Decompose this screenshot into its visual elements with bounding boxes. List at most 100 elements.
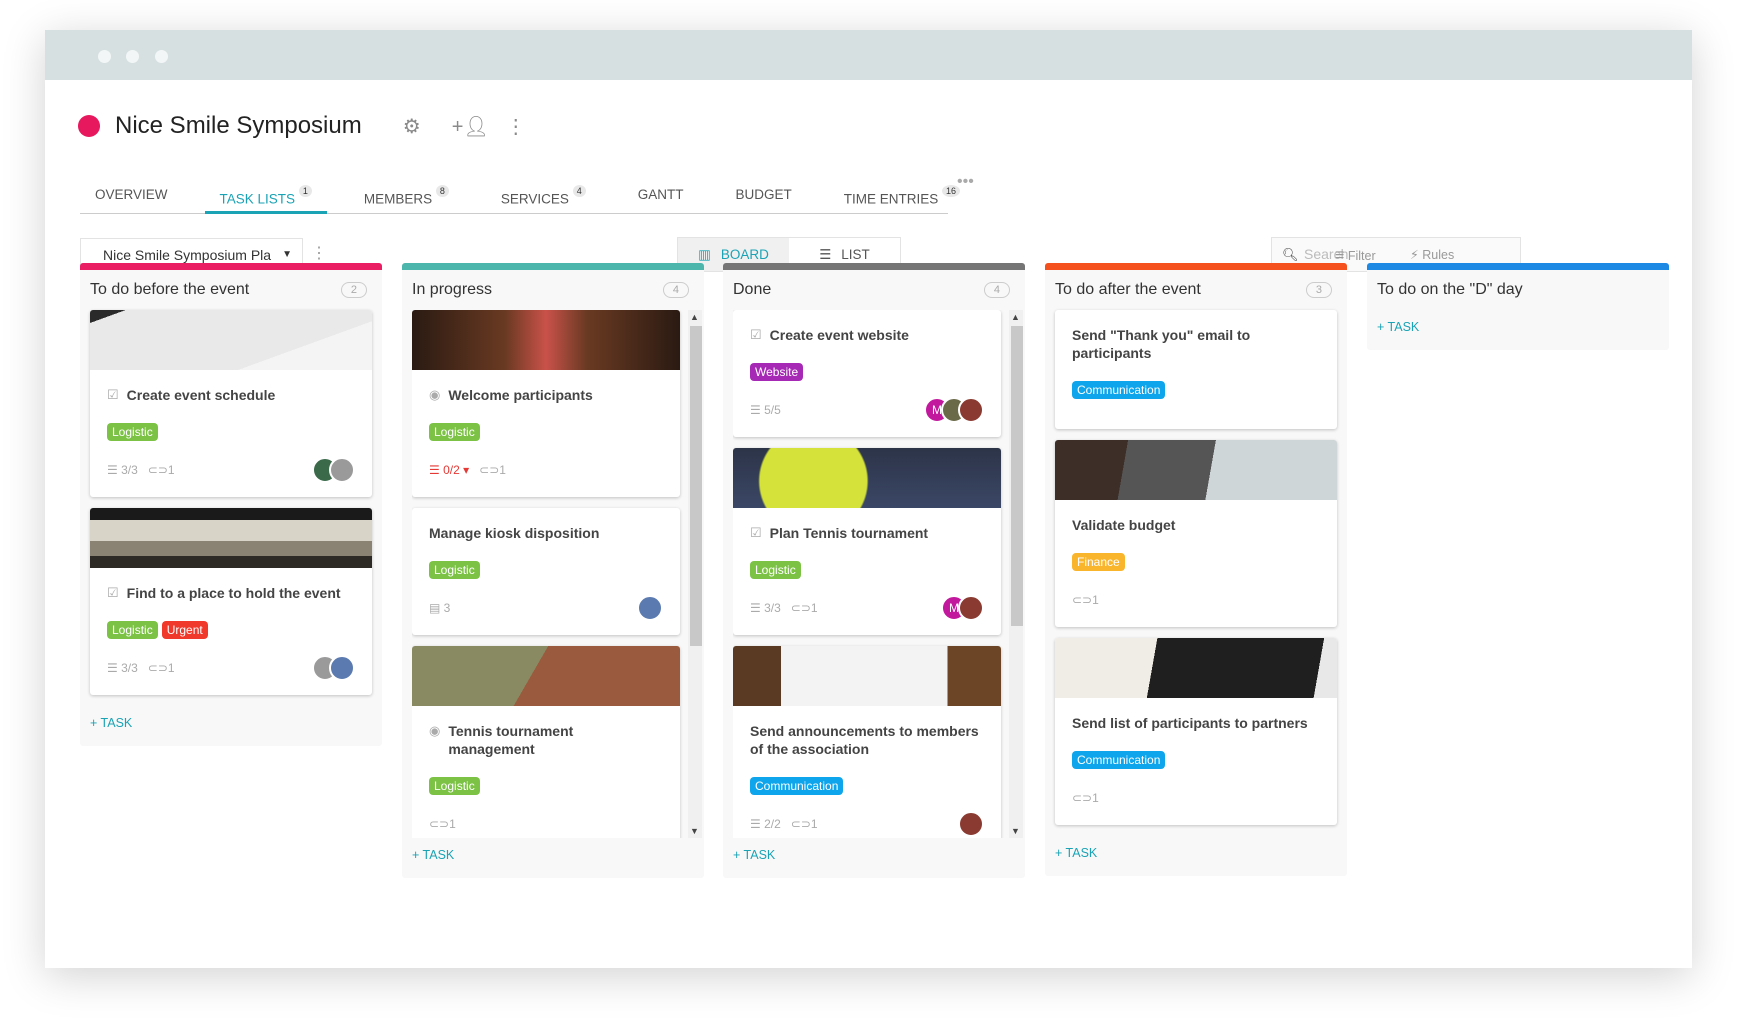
attachment-value: 1 [499, 463, 506, 477]
more-vertical-icon[interactable]: ⋮ [504, 114, 528, 139]
checklist-icon: ☰ [750, 601, 765, 615]
task-card[interactable]: Send "Thank you" email to participants Co… [1055, 310, 1337, 429]
tag-logistic[interactable]: Logistic [429, 561, 480, 579]
task-card[interactable]: ☑ Create event website Website ☰ 5/5 M [733, 310, 1001, 437]
add-task-button[interactable]: + TASK [1045, 836, 1347, 876]
tab-budget[interactable]: BUDGET [720, 170, 806, 214]
tab-gantt[interactable]: GANTT [623, 170, 699, 214]
checklist-count[interactable]: ☰ 3/3 [750, 601, 781, 615]
tag-logistic[interactable]: Logistic [429, 777, 480, 795]
scroll-down-arrow[interactable]: ▼ [690, 826, 699, 836]
window-close-button[interactable] [98, 50, 111, 63]
more-tabs-icon[interactable]: ••• [957, 173, 974, 191]
card-title: ☑ Find to a place to hold the event [107, 584, 355, 602]
tag-list: Communication [1072, 751, 1320, 769]
add-member-icon[interactable]: +👤︎ [452, 114, 489, 139]
window-maximize-button[interactable] [155, 50, 168, 63]
checklist-count[interactable]: ☰ 3/3 [107, 463, 138, 477]
task-card[interactable]: Send list of participants to partners Com… [1055, 638, 1337, 825]
avatar[interactable] [958, 811, 984, 837]
add-task-button[interactable]: + TASK [402, 838, 704, 878]
task-card[interactable]: ◉ Tennis tournament management Logistic ⊂⊃1 [412, 646, 680, 838]
tag-logistic[interactable]: Logistic [750, 561, 801, 579]
task-card[interactable]: ☑ Find to a place to hold the event Logist… [90, 508, 372, 695]
task-card[interactable]: ☑ Plan Tennis tournament Logistic ☰ 3/3 ⊂⊃1 M [733, 448, 1001, 635]
task-card[interactable]: ☑ Create event schedule Logistic ☰ 3/3 ⊂⊃1 [90, 310, 372, 497]
tab-services[interactable]: SERVICES 4 [486, 170, 601, 214]
scrollbar-thumb[interactable] [1011, 326, 1023, 626]
avatar[interactable] [958, 595, 984, 621]
tag-list: Finance [1072, 553, 1320, 571]
attachment-count: ⊂⊃1 [1072, 791, 1099, 805]
window-titlebar [45, 30, 1692, 80]
scrollbar[interactable]: ▲ ▼ [1009, 310, 1023, 838]
tag-urgent[interactable]: Urgent [161, 621, 208, 639]
scrollbar[interactable]: ▲ ▼ [688, 310, 702, 838]
tag-logistic[interactable]: Logistic [107, 423, 158, 441]
card-list: ◉ Welcome participants Logistic ☰ 0/2 ▾ ⊂⊃1 M… [402, 310, 704, 838]
checklist-count[interactable]: ☰ 5/5 [750, 403, 781, 417]
card-title: Send "Thank you" email to participants [1072, 326, 1320, 362]
card-title: ◉ Welcome participants [429, 386, 663, 404]
tab-time-entries[interactable]: TIME ENTRIES 16 [829, 170, 975, 214]
card-footer: ☰ 0/2 ▾ ⊂⊃1 [429, 457, 663, 483]
column-count-badge: 4 [983, 282, 1010, 298]
card-cover-image [90, 310, 372, 370]
tag-communication[interactable]: Communication [1072, 381, 1166, 399]
add-task-button[interactable]: + TASK [723, 838, 1025, 878]
scroll-down-arrow[interactable]: ▼ [1011, 826, 1020, 836]
tag-communication[interactable]: Communication [750, 777, 844, 795]
task-list-menu-icon[interactable]: ⋮ [311, 243, 327, 263]
column-color-bar [80, 263, 382, 270]
checklist-icon: ☰ [107, 661, 122, 675]
card-footer: ⊂⊃1 [1072, 785, 1320, 811]
card-title-text: Send announcements to members of the ass… [750, 723, 979, 757]
card-body: ◉ Welcome participants Logistic ☰ 0/2 ▾ ⊂⊃1 [412, 370, 680, 497]
card-body: Send list of participants to partners Com… [1055, 698, 1337, 825]
rules-button[interactable]: ⚡︎ Rules [1410, 247, 1454, 262]
add-task-button[interactable]: + TASK [80, 706, 382, 746]
tab-label: OVERVIEW [95, 187, 168, 202]
card-title: ☑ Create event website [750, 326, 984, 344]
gear-icon[interactable]: ⚙ [400, 114, 424, 139]
attachment-value: 1 [167, 661, 175, 675]
scrollbar-thumb[interactable] [690, 326, 702, 646]
assignee-avatars [637, 595, 663, 621]
checkbox-icon: ☑ [750, 327, 762, 342]
checklist-value: 5/5 [764, 403, 781, 417]
tag-logistic[interactable]: Logistic [429, 423, 480, 441]
card-meta: ⊂⊃1 [1072, 593, 1099, 607]
task-card[interactable]: ◉ Welcome participants Logistic ☰ 0/2 ▾ ⊂⊃1 [412, 310, 680, 497]
avatar[interactable] [329, 655, 355, 681]
tag-logistic[interactable]: Logistic [107, 621, 158, 639]
column-count-badge: 3 [1305, 282, 1332, 298]
tab-members[interactable]: MEMBERS 8 [349, 170, 464, 214]
avatar[interactable] [637, 595, 663, 621]
checklist-count[interactable]: ☰ 0/2 ▾ [429, 463, 469, 477]
paperclip-icon: ⊂⊃ [479, 463, 500, 477]
avatar[interactable] [329, 457, 355, 483]
card-footer: ☰ 3/3 ⊂⊃1 [107, 655, 355, 681]
checklist-value: 3/3 [121, 463, 138, 477]
task-card[interactable]: Validate budget Finance ⊂⊃1 [1055, 440, 1337, 627]
avatar[interactable] [958, 397, 984, 423]
tag-website[interactable]: Website [750, 363, 804, 381]
tag-communication[interactable]: Communication [1072, 751, 1166, 769]
assignee-avatars [958, 811, 984, 837]
tab-overview[interactable]: OVERVIEW [80, 170, 183, 214]
checklist-count[interactable]: ☰ 2/2 [750, 817, 781, 831]
tab-task-lists[interactable]: TASK LISTS 1 [204, 170, 327, 214]
column-title: To do before the event [90, 281, 250, 298]
column-color-bar [1367, 263, 1669, 270]
card-cover-image [1055, 638, 1337, 698]
task-card[interactable]: Manage kiosk disposition Logistic ▤ 3 [412, 508, 680, 635]
window-minimize-button[interactable] [126, 50, 139, 63]
checklist-icon: ☰ [750, 403, 765, 417]
tag-finance[interactable]: Finance [1072, 553, 1125, 571]
task-card[interactable]: Send announcements to members of the ass… [733, 646, 1001, 838]
card-body: ◉ Tennis tournament management Logistic ⊂⊃1 [412, 706, 680, 838]
scroll-up-arrow[interactable]: ▲ [1011, 312, 1020, 322]
scroll-up-arrow[interactable]: ▲ [690, 312, 699, 322]
checklist-count[interactable]: ☰ 3/3 [107, 661, 138, 675]
add-task-button[interactable]: + TASK [1367, 310, 1669, 350]
